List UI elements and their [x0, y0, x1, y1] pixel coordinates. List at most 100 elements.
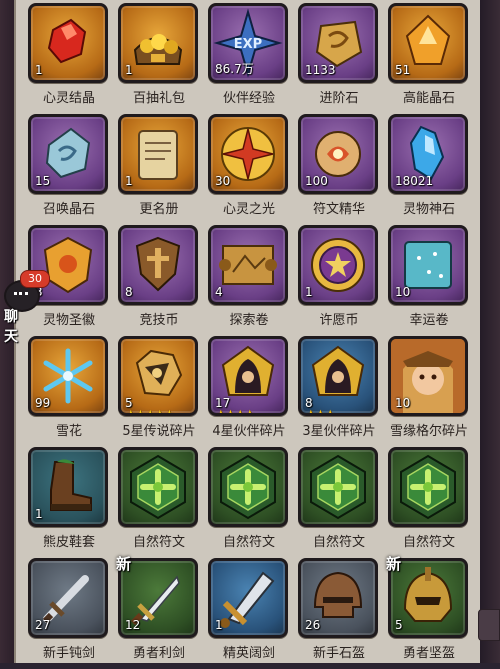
inventory-item[interactable]: 51 高能晶石: [386, 3, 472, 114]
item-name: 自然符文: [402, 535, 455, 550]
item-count: 8: [125, 285, 133, 299]
item-count: 1: [215, 618, 223, 632]
item-count: 99: [35, 396, 51, 410]
item-name: 雪缘格尔碎片: [389, 424, 468, 439]
item-count: 4: [215, 285, 223, 299]
item-name: 许愿币: [319, 313, 359, 328]
inventory-item[interactable]: 自然符文: [296, 447, 382, 558]
item-tile[interactable]: 1: [298, 225, 378, 305]
item-name: 高能晶石: [402, 91, 455, 106]
item-tile[interactable]: [388, 447, 468, 527]
item-name: 新手石盔: [312, 646, 365, 661]
item-count: 15: [35, 174, 51, 188]
inventory-item[interactable]: 自然符文: [206, 447, 292, 558]
item-tile[interactable]: 99: [28, 336, 108, 416]
right-frame-rail: [480, 0, 500, 663]
inventory-item[interactable]: 27 新手钝剑: [26, 558, 112, 669]
item-tile[interactable]: [118, 447, 198, 527]
item-tile[interactable]: ★★★★★ 5: [118, 336, 198, 416]
item-tile[interactable]: [298, 447, 378, 527]
item-count: 8: [305, 396, 313, 410]
item-name: 5星传说碎片: [122, 424, 196, 439]
inventory-item[interactable]: 12 新勇者利剑: [116, 555, 202, 669]
inventory-item[interactable]: 1 百抽礼包: [116, 3, 202, 114]
item-count: 1: [125, 174, 133, 188]
item-name: 雪花: [55, 424, 82, 439]
chat-button[interactable]: 30 聊 天: [0, 270, 50, 345]
item-tile[interactable]: 100: [298, 114, 378, 194]
item-tile[interactable]: 27: [28, 558, 108, 638]
item-tile[interactable]: 1133: [298, 3, 378, 83]
item-tile[interactable]: 1: [28, 447, 108, 527]
item-count: 10: [395, 285, 411, 299]
inventory-item[interactable]: 26 新手石盔: [296, 558, 382, 669]
item-count: 26: [305, 618, 321, 632]
item-name: 竞技币: [139, 313, 179, 328]
item-tile[interactable]: 15: [28, 114, 108, 194]
item-name: 召唤晶石: [42, 202, 95, 217]
item-tile[interactable]: 1: [208, 558, 288, 638]
inventory-item[interactable]: 4 探索卷: [206, 225, 292, 336]
inventory-item[interactable]: 10 幸运卷: [386, 225, 472, 336]
item-count: 86.7万: [215, 62, 254, 76]
item-name: 勇者利剑: [132, 646, 185, 661]
inventory-item[interactable]: ★★★★★ 5 5星传说碎片: [116, 336, 202, 447]
inventory-item[interactable]: 5 新勇者坚盔: [386, 555, 472, 669]
item-tile[interactable]: 51: [388, 3, 468, 83]
item-count: 5: [395, 618, 403, 632]
inventory-item[interactable]: 18021 灵物神石: [386, 114, 472, 225]
inventory-item[interactable]: EXP 86.7万 伙伴经验: [206, 3, 292, 114]
item-tile[interactable]: ★★★★ 17: [208, 336, 288, 416]
item-name: 灵物神石: [402, 202, 455, 217]
item-count: 1: [35, 507, 43, 521]
inventory-item[interactable]: 自然符文: [116, 447, 202, 558]
item-tile[interactable]: 1: [118, 114, 198, 194]
item-name: 符文精华: [312, 202, 365, 217]
item-tile[interactable]: 1: [118, 3, 198, 83]
inventory-item[interactable]: 99 雪花: [26, 336, 112, 447]
item-name: 百抽礼包: [132, 91, 185, 106]
item-tile[interactable]: 26: [298, 558, 378, 638]
item-name: 自然符文: [312, 535, 365, 550]
inventory-item[interactable]: 8 竞技币: [116, 225, 202, 336]
inventory-item[interactable]: 30 心灵之光: [206, 114, 292, 225]
item-name: 新手钝剑: [42, 646, 95, 661]
item-grid: 1 心灵结晶 1 百抽礼包 EXP 86.7万 伙伴经验 1133 进阶石 51 高能晶石 15 召唤晶…: [24, 0, 474, 663]
collapse-handle[interactable]: [478, 609, 500, 641]
item-count: 51: [395, 63, 411, 77]
item-tile[interactable]: EXP 86.7万: [208, 3, 288, 83]
item-name: 探索卷: [229, 313, 269, 328]
item-tile[interactable]: [208, 447, 288, 527]
star-icon: ★: [163, 408, 176, 416]
inventory-item[interactable]: 自然符文: [386, 447, 472, 558]
inventory-item[interactable]: 1 心灵结晶: [26, 3, 112, 114]
item-tile[interactable]: 4: [208, 225, 288, 305]
inventory-item[interactable]: ★★★ 8 3星伙伴碎片: [296, 336, 382, 447]
svg-text:EXP: EXP: [234, 37, 262, 52]
inventory-item[interactable]: 1 更名册: [116, 114, 202, 225]
item-tile[interactable]: 30: [208, 114, 288, 194]
item-tile[interactable]: ★★★ 8: [298, 336, 378, 416]
new-badge: 新: [386, 555, 402, 573]
item-name: 更名册: [139, 202, 179, 217]
nature-rune-icon: [310, 454, 366, 520]
item-tile[interactable]: 8: [118, 225, 198, 305]
star-icon: ★: [243, 408, 256, 416]
inventory-item[interactable]: 1 熊皮鞋套: [26, 447, 112, 558]
inventory-item[interactable]: 1 许愿币: [296, 225, 382, 336]
item-count: 5: [125, 396, 133, 410]
item-tile[interactable]: 10: [388, 225, 468, 305]
item-tile[interactable]: 10: [388, 336, 468, 416]
inventory-item[interactable]: 15 召唤晶石: [26, 114, 112, 225]
inventory-item[interactable]: 100 符文精华: [296, 114, 382, 225]
item-count: 12: [125, 618, 141, 632]
inventory-item[interactable]: 1 精英阔剑: [206, 558, 292, 669]
inventory-item[interactable]: ★★★★ 17 4星伙伴碎片: [206, 336, 292, 447]
item-tile[interactable]: 1: [28, 3, 108, 83]
item-count: 27: [35, 618, 51, 632]
new-badge: 新: [116, 555, 132, 573]
inventory-item[interactable]: 1133 进阶石: [296, 3, 382, 114]
inventory-item[interactable]: 10 雪缘格尔碎片: [386, 336, 472, 447]
item-tile[interactable]: 18021: [388, 114, 468, 194]
item-name: 自然符文: [132, 535, 185, 550]
